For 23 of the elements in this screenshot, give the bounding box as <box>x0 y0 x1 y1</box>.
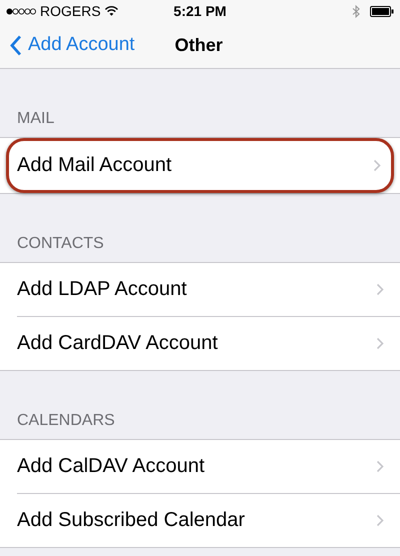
row-label: Add CardDAV Account <box>17 332 218 355</box>
screen-title: Other <box>174 34 223 56</box>
chevron-icon <box>376 460 384 473</box>
clock-time: 5:21 PM <box>174 3 226 19</box>
chevron-icon <box>376 514 384 527</box>
row-label: Add Mail Account <box>17 154 172 177</box>
signal-icon <box>6 8 36 14</box>
back-chevron-icon <box>10 34 22 56</box>
section-header: CONTACTS <box>16 234 105 254</box>
chevron-icon <box>376 337 384 350</box>
wifi-icon <box>104 6 118 16</box>
chevron-icon <box>373 159 381 172</box>
carrier-name: ROGERS <box>40 3 101 19</box>
bluetooth-icon <box>352 4 360 18</box>
section-header: MAIL <box>16 109 56 129</box>
chevron-icon <box>376 283 384 296</box>
row-label: Add CalDAV Account <box>17 455 205 478</box>
list-row[interactable]: Add Mail Account <box>6 138 394 193</box>
row-label: Add LDAP Account <box>17 278 187 301</box>
back-button[interactable]: Add Account <box>0 34 135 56</box>
row-label: Add Subscribed Calendar <box>17 509 245 532</box>
section-header: CALENDARS <box>16 411 116 431</box>
battery-icon <box>370 6 394 16</box>
